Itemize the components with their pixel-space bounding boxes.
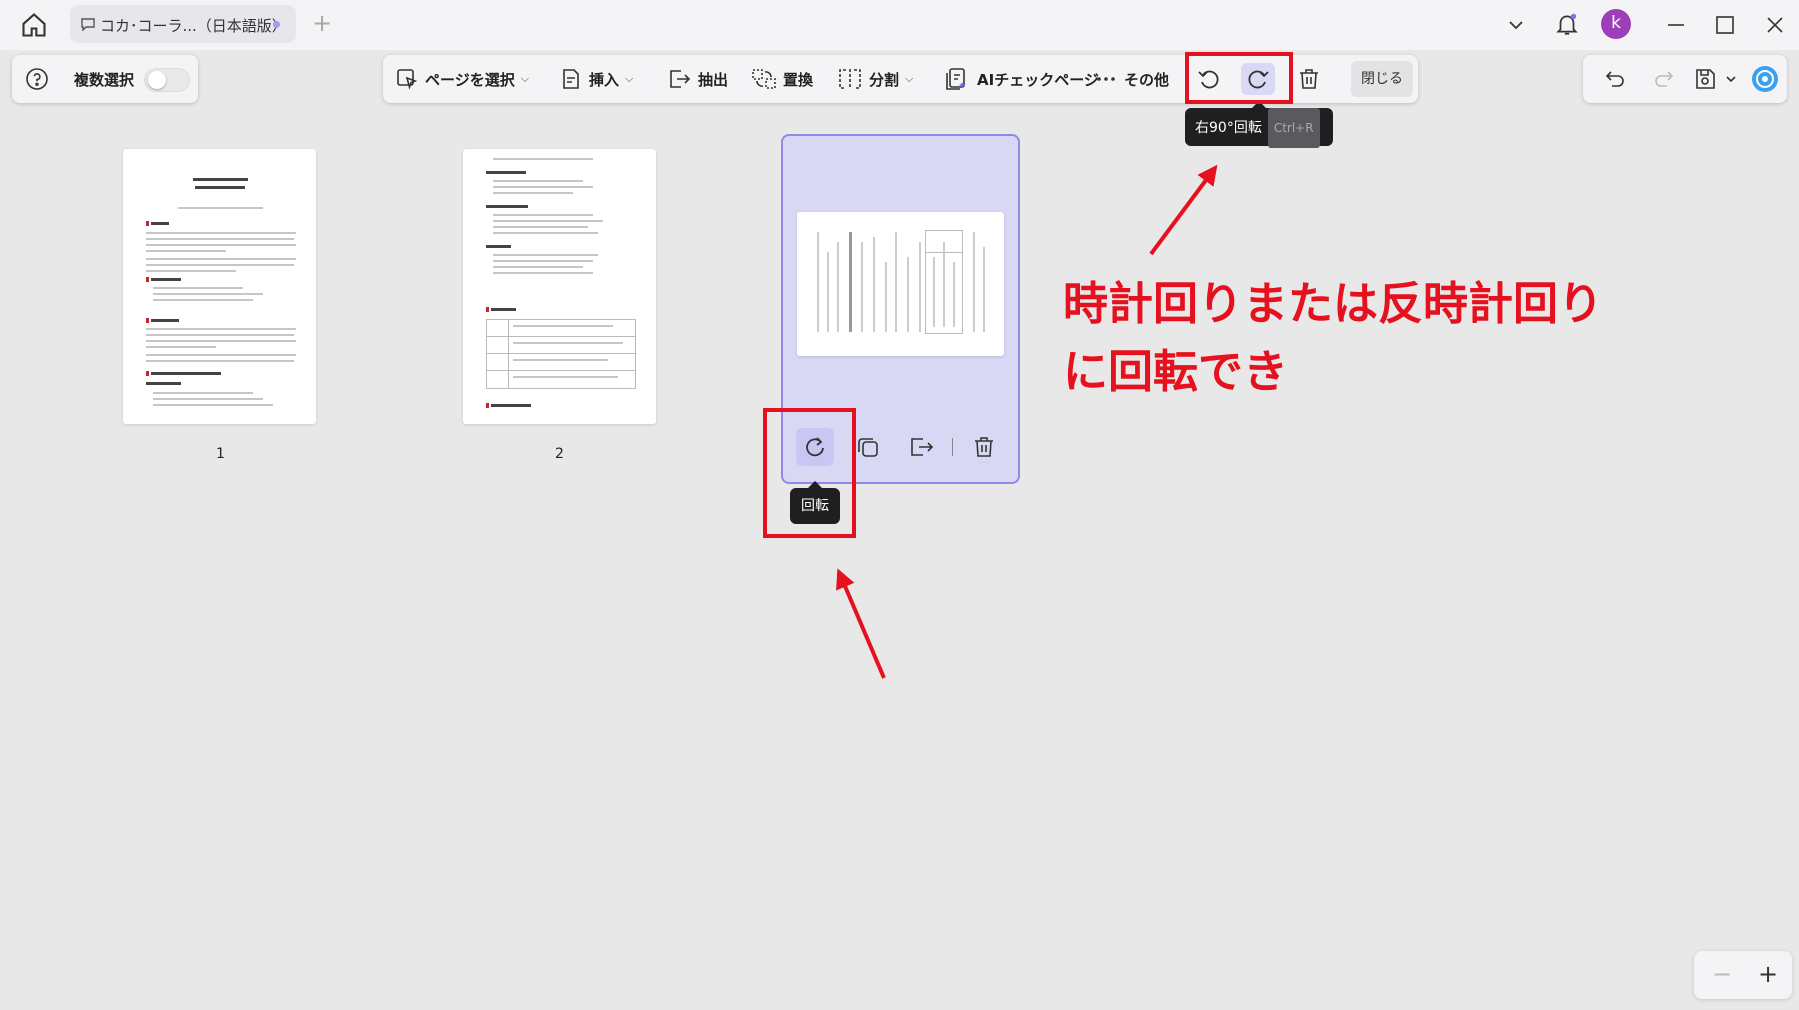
- split-icon: [839, 69, 861, 89]
- more-dots-icon: [1097, 77, 1115, 81]
- ai-check-page-label: AIチェックページ: [977, 70, 1099, 89]
- close-window-icon[interactable]: [1764, 14, 1786, 36]
- multi-select-toggle[interactable]: [144, 68, 190, 92]
- bell-icon[interactable]: [1554, 11, 1580, 37]
- zoom-out-button[interactable]: −: [1712, 959, 1732, 989]
- ai-assistant-icon[interactable]: [1751, 65, 1779, 93]
- trash-icon: [1300, 69, 1318, 89]
- arrow-to-toolbar: [1149, 164, 1218, 256]
- zoom-in-button[interactable]: +: [1758, 959, 1778, 989]
- toggle-knob: [148, 71, 166, 89]
- more-label: その他: [1124, 70, 1170, 89]
- chevron-down-icon: ⌵: [520, 72, 530, 85]
- insert-button[interactable]: 挿入 ⌵: [559, 64, 633, 94]
- new-tab-button[interactable]: +: [312, 11, 332, 35]
- insert-label: 挿入: [589, 70, 620, 89]
- trash-icon: [975, 437, 993, 457]
- zoom-controls: − +: [1694, 951, 1792, 999]
- select-page-button[interactable]: ページを選択 ⌵: [395, 64, 529, 94]
- insert-page-icon: [563, 69, 579, 89]
- unsaved-dot: [273, 21, 280, 28]
- delete-page-button[interactable]: [1292, 63, 1326, 95]
- tooltip-label: 右90°回転: [1195, 120, 1262, 136]
- more-button[interactable]: その他: [1094, 64, 1169, 94]
- extract-icon: [911, 438, 934, 456]
- divider: [952, 438, 953, 456]
- comment-icon: [81, 18, 95, 31]
- ai-check-page-button[interactable]: AIチェックページ: [945, 64, 1099, 94]
- save-icon[interactable]: [1693, 67, 1717, 91]
- split-button[interactable]: 分割 ⌵: [837, 64, 913, 94]
- delete-page-card-button[interactable]: [965, 428, 1003, 466]
- chevron-down-icon: ⌵: [905, 72, 914, 85]
- close-button[interactable]: 閉じる: [1351, 61, 1413, 97]
- annotation-callout: 時計回りまたは反時計回り に回転でき: [1063, 270, 1603, 406]
- replace-button[interactable]: 置換: [751, 64, 813, 94]
- arrow-to-card: [836, 568, 886, 679]
- document-tab[interactable]: コカ･コーラ...（日本語版）: [70, 5, 296, 43]
- highlight-rotate-page: [763, 408, 856, 538]
- page-thumbnail-1[interactable]: [123, 149, 316, 424]
- home-icon[interactable]: [20, 11, 48, 39]
- chevron-down-icon: ⌵: [625, 72, 634, 85]
- page-thumbnail-2[interactable]: [463, 149, 656, 424]
- annotation-line-1: 時計回りまたは反時計回り: [1063, 277, 1604, 330]
- extract-label: 抽出: [698, 70, 729, 89]
- replace-icon: [752, 69, 776, 89]
- title-bar: コカ･コーラ...（日本語版） + k: [0, 0, 1799, 50]
- shortcut-badge: Ctrl+R: [1267, 108, 1320, 148]
- extract-icon: [670, 70, 691, 88]
- multi-select-label: 複数選択: [74, 71, 135, 89]
- page-number-2: 2: [555, 446, 564, 462]
- history-panel: [1583, 55, 1787, 103]
- replace-label: 置換: [783, 70, 814, 89]
- page-thumbnail-3-rotated[interactable]: [797, 212, 1004, 356]
- avatar[interactable]: k: [1601, 9, 1631, 39]
- redo-icon[interactable]: [1652, 67, 1676, 91]
- chevron-down-icon[interactable]: [1723, 67, 1739, 91]
- chevron-down-icon[interactable]: [1506, 15, 1526, 35]
- highlight-rotate-buttons: [1185, 52, 1293, 104]
- extract-button[interactable]: 抽出: [666, 64, 728, 94]
- maximize-icon[interactable]: [1714, 14, 1736, 36]
- help-icon[interactable]: [25, 67, 49, 91]
- split-label: 分割: [869, 70, 900, 89]
- page-number-1: 1: [216, 446, 225, 462]
- annotation-line-2: に回転でき: [1063, 345, 1289, 398]
- ai-document-icon: [946, 68, 965, 90]
- extract-page-button[interactable]: [902, 428, 940, 466]
- undo-icon[interactable]: [1603, 67, 1627, 91]
- minimize-icon[interactable]: [1665, 14, 1687, 36]
- tab-title: コカ･コーラ...（日本語版）: [100, 17, 287, 35]
- select-page-label: ページを選択: [425, 70, 515, 89]
- multi-select-panel: 複数選択: [12, 55, 198, 103]
- rotate-right-tooltip: 右90°回転 Ctrl+R: [1185, 101, 1333, 148]
- copy-icon: [858, 438, 878, 457]
- select-pointer-icon: [397, 69, 418, 90]
